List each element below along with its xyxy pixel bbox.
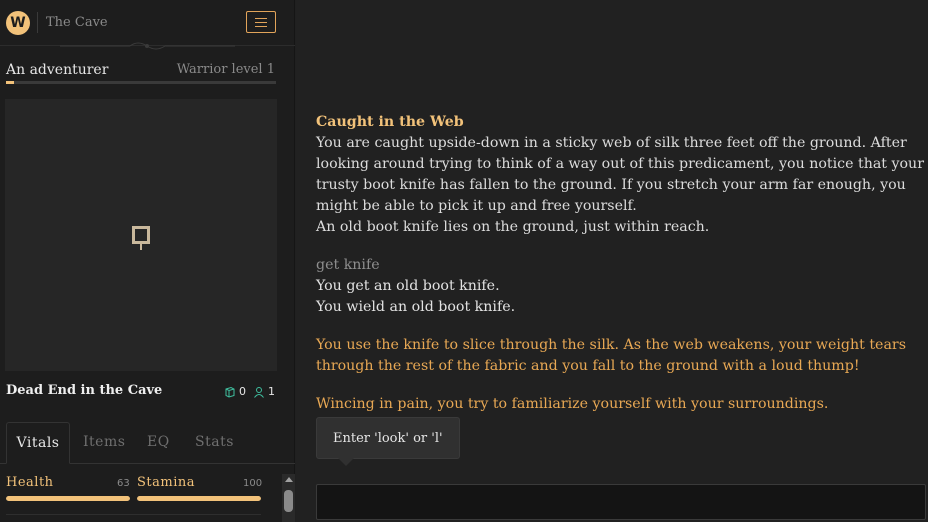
room-name: Dead End in the Cave <box>6 383 163 398</box>
divider <box>37 12 38 33</box>
cube-icon <box>225 386 235 398</box>
health-value: 63 <box>117 478 130 489</box>
tab-eq[interactable]: EQ <box>147 422 170 464</box>
sidebar: W The Cave An adventurer Warrior level 1… <box>0 0 295 522</box>
ornament-divider <box>60 42 235 50</box>
stamina-value: 100 <box>243 478 263 489</box>
tab-vitals[interactable]: Vitals <box>6 422 70 464</box>
game-log: Caught in the Web You are caught upside-… <box>316 112 928 415</box>
echoed-command: get knife <box>316 257 380 273</box>
scroll-thumb[interactable] <box>284 490 293 512</box>
tab-bar: Vitals Items EQ Stats <box>0 422 295 464</box>
log-message: You wield an old boot knife. <box>316 299 516 315</box>
vitals-panel: Health 63 Stamina 100 <box>0 464 280 522</box>
map-exit <box>140 244 142 250</box>
app-title: The Cave <box>46 15 108 30</box>
room-counts: 0 1 <box>224 385 275 398</box>
player-count: 1 <box>268 385 275 398</box>
story-message: You use the knife to slice through the s… <box>316 337 906 374</box>
character-level: Warrior level 1 <box>176 62 275 77</box>
log-message: You get an old boot knife. <box>316 278 500 294</box>
xp-bar <box>6 81 276 84</box>
hint-tooltip: Enter 'look' or 'l' <box>316 417 460 459</box>
health-bar <box>6 496 130 501</box>
health-bar-fill <box>6 496 130 501</box>
story-message: Wincing in pain, you try to familiarize … <box>316 396 829 412</box>
menu-button[interactable] <box>246 11 276 33</box>
item-count: 0 <box>239 385 246 398</box>
mini-map[interactable] <box>5 99 277 371</box>
xp-bar-fill <box>6 81 15 84</box>
tooltip-arrow <box>338 458 354 466</box>
map-room-marker <box>132 226 150 244</box>
room-item-line: An old boot knife lies on the ground, ju… <box>316 219 710 235</box>
hamburger-icon <box>255 18 267 19</box>
room-title: Caught in the Web <box>316 114 464 130</box>
main-panel: Caught in the Web You are caught upside-… <box>296 0 928 522</box>
command-input[interactable] <box>316 484 926 520</box>
divider <box>6 514 261 515</box>
tab-items[interactable]: Items <box>83 422 125 464</box>
stamina-label: Stamina <box>137 475 195 490</box>
sidebar-scrollbar[interactable] <box>282 474 295 522</box>
health-label: Health <box>6 475 54 490</box>
tab-stats[interactable]: Stats <box>195 422 234 464</box>
scroll-up-icon[interactable] <box>285 477 293 482</box>
user-icon <box>254 386 264 398</box>
logo[interactable]: W <box>6 11 30 35</box>
room-description: You are caught upside-down in a sticky w… <box>316 135 924 214</box>
top-bar: W The Cave <box>0 0 295 50</box>
stamina-bar <box>137 496 261 501</box>
stamina-bar-fill <box>137 496 261 501</box>
character-name: An adventurer <box>6 62 109 78</box>
